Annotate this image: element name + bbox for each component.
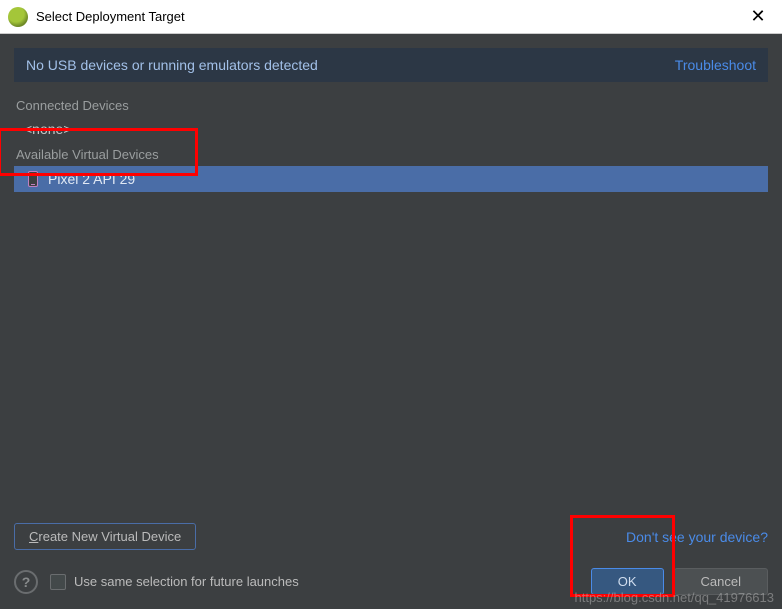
close-button[interactable]: ✕: [742, 3, 774, 31]
available-devices-label: Available Virtual Devices: [14, 147, 768, 162]
device-name: Pixel 2 API 29: [48, 171, 135, 187]
connected-devices-none: <none>: [14, 117, 768, 141]
phone-icon: [28, 171, 38, 187]
mid-button-row: Create New Virtual Device Don't see your…: [14, 523, 768, 550]
message-text: No USB devices or running emulators dete…: [26, 57, 675, 73]
titlebar: Select Deployment Target ✕: [0, 0, 782, 34]
action-buttons: OK Cancel: [591, 568, 768, 595]
cancel-button[interactable]: Cancel: [674, 568, 768, 595]
connected-devices-label: Connected Devices: [14, 98, 768, 113]
remember-selection-checkbox[interactable]: Use same selection for future launches: [50, 574, 299, 590]
device-row-pixel2[interactable]: Pixel 2 API 29: [14, 166, 768, 192]
bottom-row: ? Use same selection for future launches…: [14, 568, 768, 595]
dont-see-device-link[interactable]: Don't see your device?: [626, 529, 768, 545]
troubleshoot-link[interactable]: Troubleshoot: [675, 57, 756, 73]
ok-button[interactable]: OK: [591, 568, 664, 595]
create-virtual-device-button[interactable]: Create New Virtual Device: [14, 523, 196, 550]
checkbox-box: [50, 574, 66, 590]
help-icon[interactable]: ?: [14, 570, 38, 594]
device-list: Pixel 2 API 29: [14, 166, 768, 515]
android-icon: [8, 7, 28, 27]
checkbox-label: Use same selection for future launches: [74, 574, 299, 589]
dialog-content: No USB devices or running emulators dete…: [0, 34, 782, 609]
window-title: Select Deployment Target: [36, 9, 742, 24]
message-bar: No USB devices or running emulators dete…: [14, 48, 768, 82]
